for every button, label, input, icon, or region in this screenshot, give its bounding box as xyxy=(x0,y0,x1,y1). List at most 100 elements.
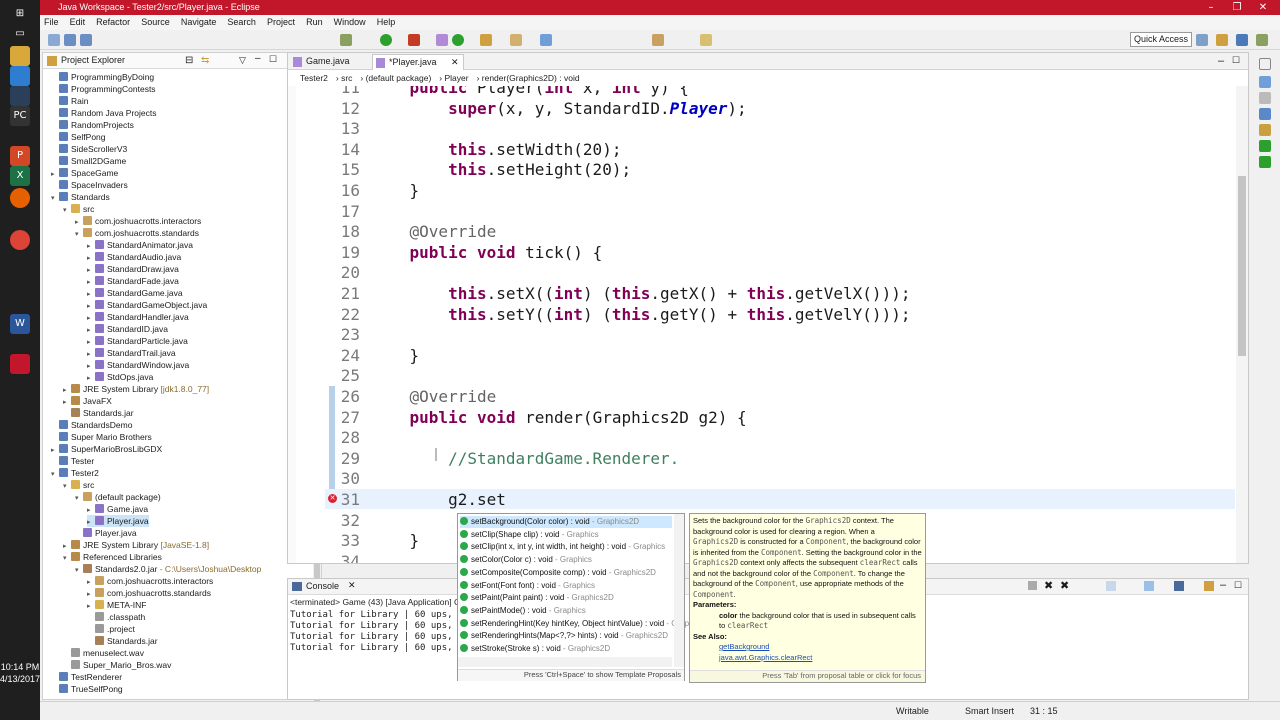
tree-item[interactable]: Random Java Projects xyxy=(51,107,157,119)
open-perspective-icon[interactable] xyxy=(1196,34,1208,46)
tree-item[interactable]: ▸ Player.java xyxy=(87,515,149,527)
expanded-arrow-icon[interactable]: ▾ xyxy=(63,205,71,217)
tree-item[interactable]: ▸ StandardParticle.java xyxy=(87,335,188,347)
menu-help[interactable]: Help xyxy=(373,15,400,30)
tree-item[interactable]: ▸ JavaFX xyxy=(63,395,112,407)
minimize-view-icon[interactable]: – xyxy=(255,53,261,64)
javadoc-popup[interactable]: Sets the background color for the Graphi… xyxy=(689,513,926,683)
tree-item[interactable]: Rain xyxy=(51,95,88,107)
code-line[interactable]: super(x, y, StandardID.Player); xyxy=(371,99,747,118)
tree-item[interactable]: RandomProjects xyxy=(51,119,134,131)
search-icon[interactable] xyxy=(510,34,522,46)
tree-item[interactable]: .project xyxy=(87,623,135,635)
menu-search[interactable]: Search xyxy=(223,15,260,30)
proposal-horizontal-scrollbar[interactable] xyxy=(458,657,672,667)
firefox-icon[interactable] xyxy=(10,188,30,208)
tree-item[interactable]: ▸ Game.java xyxy=(87,503,148,515)
tab-game-java[interactable]: Game.java xyxy=(290,54,370,70)
hierarchy-icon[interactable] xyxy=(1259,124,1271,136)
tree-item[interactable]: SpaceInvaders xyxy=(51,179,128,191)
proposal-scrollbar[interactable] xyxy=(674,514,684,667)
tree-item[interactable]: ▸ com.joshuacrotts.interactors xyxy=(75,215,201,227)
tree-item[interactable]: Player.java xyxy=(75,527,137,539)
code-line[interactable]: public Player(int x, int y) { xyxy=(371,86,689,97)
breadcrumb-item[interactable]: › render(Graphics2D) : void xyxy=(477,73,580,83)
proposal-item[interactable]: setFont(Font font) : void - Graphics xyxy=(460,580,672,592)
word-icon[interactable]: W xyxy=(10,314,30,334)
task-list-icon[interactable] xyxy=(1259,76,1271,88)
tree-item[interactable]: menuselect.wav xyxy=(63,647,144,659)
save-icon[interactable] xyxy=(64,34,76,46)
tree-item[interactable]: ▸ StandardWindow.java xyxy=(87,359,189,371)
powerpoint-icon[interactable]: P xyxy=(10,146,30,166)
tree-item[interactable]: Small2DGame xyxy=(51,155,126,167)
proposal-item[interactable]: setPaintMode() : void - Graphics xyxy=(460,605,672,617)
proposal-item[interactable]: setRenderingHints(Map<?,?> hints) : void… xyxy=(460,630,672,642)
javadoc-link-clearrect[interactable]: java.awt.Graphics.clearRect xyxy=(693,653,922,664)
expanded-arrow-icon[interactable]: ▾ xyxy=(51,193,59,205)
java-perspective-icon[interactable] xyxy=(1236,34,1248,46)
minimize-console-icon[interactable]: – xyxy=(1220,579,1226,591)
proposal-item[interactable]: setBackground(Color color) : void - Grap… xyxy=(460,516,672,528)
proposal-item[interactable]: setStroke(Stroke s) : void - Graphics2D xyxy=(460,643,672,655)
tree-item[interactable]: Tester xyxy=(51,455,94,467)
eclipse-taskbar-icon[interactable] xyxy=(10,354,30,374)
proposal-item[interactable]: setClip(int x, int y, int width, int hei… xyxy=(460,541,672,553)
outline-icon[interactable] xyxy=(1259,58,1271,70)
new-java-project-icon[interactable] xyxy=(436,34,448,46)
task-view-icon[interactable]: ▭ xyxy=(10,24,30,44)
javadoc-icon[interactable] xyxy=(1259,92,1271,104)
tree-item[interactable]: Standards.jar xyxy=(87,635,158,647)
display-console-icon[interactable] xyxy=(1174,581,1184,591)
tree-item[interactable]: ▾ (default package) xyxy=(75,491,161,503)
menu-window[interactable]: Window xyxy=(330,15,370,30)
new-console-icon[interactable] xyxy=(1204,581,1214,591)
back-icon[interactable] xyxy=(700,34,712,46)
menu-source[interactable]: Source xyxy=(137,15,174,30)
tree-item[interactable]: ▸ JRE System Library [JavaSE-1.8] xyxy=(63,539,209,551)
menu-run[interactable]: Run xyxy=(302,15,327,30)
save-all-icon[interactable] xyxy=(80,34,92,46)
expanded-arrow-icon[interactable]: ▾ xyxy=(75,229,83,241)
proposal-item[interactable]: setColor(Color c) : void - Graphics xyxy=(460,554,672,566)
maximize-view-icon[interactable]: ☐ xyxy=(269,54,277,65)
code-line[interactable]: g2.set xyxy=(371,490,506,509)
tree-item[interactable]: ▾ Referenced Libraries xyxy=(63,551,162,563)
excel-icon[interactable]: X xyxy=(10,166,30,186)
breadcrumb-item[interactable]: Tester2 xyxy=(300,73,328,83)
gradle-icon[interactable] xyxy=(1259,156,1271,168)
scroll-lock-icon[interactable] xyxy=(1106,581,1116,591)
tree-item[interactable]: ▸ META-INF xyxy=(87,599,147,611)
run-external-icon[interactable] xyxy=(408,34,420,46)
tree-item[interactable]: ▸ StdOps.java xyxy=(87,371,153,383)
code-line[interactable]: @Override xyxy=(371,222,497,241)
menu-project[interactable]: Project xyxy=(263,15,299,30)
tree-item[interactable]: ProgrammingContests xyxy=(51,83,156,95)
toggle-mark-icon[interactable] xyxy=(540,34,552,46)
minimize-editor-icon[interactable]: – xyxy=(1218,55,1224,67)
tree-item[interactable]: ▸ JRE System Library [jdk1.8.0_77] xyxy=(63,383,209,395)
tree-item[interactable]: ▾ Standards xyxy=(51,191,110,203)
tree-item[interactable]: ▸ SpaceGame xyxy=(51,167,118,179)
breadcrumb-item[interactable]: › (default package) xyxy=(360,73,431,83)
java-ee-perspective-icon[interactable] xyxy=(1216,34,1228,46)
collapse-all-icon[interactable]: ⊟ xyxy=(185,55,193,66)
tree-item[interactable]: .classpath xyxy=(87,611,145,623)
code-line[interactable]: } xyxy=(371,531,420,550)
maximize-console-icon[interactable]: ☐ xyxy=(1234,580,1242,591)
close-console-icon[interactable]: ✕ xyxy=(348,580,356,591)
tab-player-java[interactable]: *Player.java ✕ xyxy=(372,54,464,70)
code-line[interactable]: this.setHeight(20); xyxy=(371,160,631,179)
tree-item[interactable]: ▸ StandardFade.java xyxy=(87,275,179,287)
breadcrumb-item[interactable]: › src xyxy=(336,73,353,83)
tree-item[interactable]: ▸ com.joshuacrotts.interactors xyxy=(87,575,213,587)
tree-item[interactable]: Super_Mario_Bros.wav xyxy=(63,659,171,671)
code-line[interactable]: } xyxy=(371,346,420,365)
expanded-arrow-icon[interactable]: ▾ xyxy=(63,481,71,493)
breadcrumb-item[interactable]: › Player xyxy=(439,73,468,83)
tree-item[interactable]: ▸ SuperMarioBrosLibGDX xyxy=(51,443,162,455)
code-line[interactable]: //StandardGame.Renderer. xyxy=(371,449,679,468)
tree-item[interactable]: ▾ Tester2 xyxy=(51,467,99,479)
new-icon[interactable] xyxy=(48,34,60,46)
expanded-arrow-icon[interactable]: ▾ xyxy=(75,493,83,505)
